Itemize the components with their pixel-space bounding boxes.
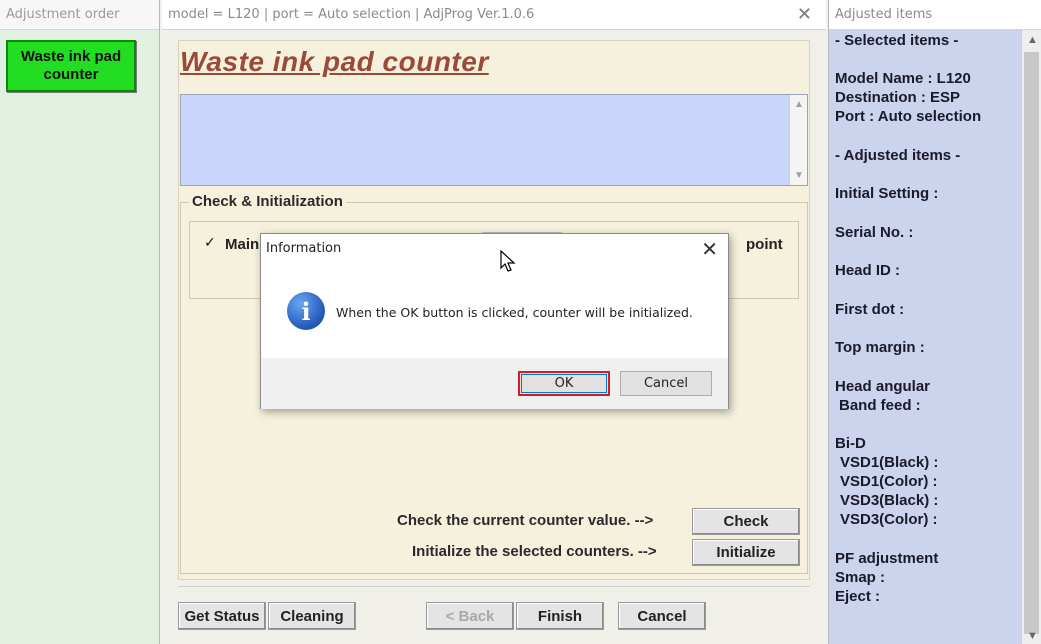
main-counter-checkbox[interactable]: ✓ [204, 235, 216, 249]
group-title: Check & Initialization [189, 193, 346, 210]
desktop: Adjustment order Waste ink pad counter m… [0, 0, 1041, 644]
scroll-up-icon[interactable]: ▲ [1027, 34, 1038, 46]
dialog-footer: OK Cancel [261, 358, 728, 409]
order-item-waste-ink-pad[interactable]: Waste ink pad counter [6, 40, 136, 92]
scroll-down-icon[interactable]: ▼ [794, 170, 804, 181]
textbox-scrollbar[interactable]: ▲ ▼ [789, 95, 807, 185]
dialog-message: When the OK button is clicked, counter w… [336, 305, 693, 320]
platen-pad-label: point [746, 236, 783, 253]
list-item: VSD3(Color) : [840, 511, 938, 528]
info-icon: i [287, 292, 325, 330]
main-window-title: model = L120 | port = Auto selection | A… [162, 0, 826, 30]
main-counter-label: Main [225, 236, 260, 253]
list-item: Smap : [835, 569, 886, 586]
ok-button[interactable]: OK [518, 371, 610, 396]
scroll-up-icon[interactable]: ▲ [794, 99, 804, 110]
get-status-button[interactable]: Get Status [178, 602, 266, 630]
cleaning-button[interactable]: Cleaning [268, 602, 356, 630]
initialize-button[interactable]: Initialize [692, 539, 800, 566]
list-item: Port : Auto selection [835, 108, 982, 125]
list-item: Model Name : L120 [835, 70, 971, 87]
scroll-thumb[interactable] [1024, 52, 1039, 634]
list-item: First dot : [835, 301, 905, 318]
page-title: Waste ink pad counter [180, 46, 489, 77]
list-item: Serial No. : [835, 224, 914, 241]
close-icon[interactable]: ✕ [701, 237, 718, 262]
list-item: - Adjusted items - [835, 147, 961, 164]
list-item: VSD3(Black) : [840, 492, 939, 509]
divider [178, 586, 810, 587]
list-item: Top margin : [835, 339, 925, 356]
scroll-down-icon[interactable]: ▼ [1027, 630, 1038, 642]
list-item: PF adjustment [835, 550, 939, 567]
list-item: Initial Setting : [835, 185, 939, 202]
check-button[interactable]: Check [692, 508, 800, 535]
list-item: Bi-D [835, 435, 866, 452]
check-instruction: Check the current counter value. --> [397, 512, 654, 529]
message-textbox[interactable]: ▲ ▼ [180, 94, 808, 186]
list-item: Eject : [835, 588, 881, 605]
close-icon[interactable]: ✕ [797, 4, 812, 25]
adjustment-order-window: Adjustment order Waste ink pad counter [0, 0, 160, 644]
dialog-title: Information [266, 241, 342, 256]
mouse-cursor-icon [500, 250, 516, 272]
adjustment-order-title: Adjustment order [0, 0, 159, 30]
adjusted-items-scrollbar[interactable]: ▲ ▼ [1021, 30, 1041, 644]
list-item: - Selected items - [835, 32, 959, 49]
list-item: Head ID : [835, 262, 901, 279]
list-item: VSD1(Color) : [840, 473, 938, 490]
adjusted-items-title: Adjusted items [829, 0, 1041, 30]
list-item: Destination : ESP [835, 89, 961, 106]
finish-button[interactable]: Finish [516, 602, 604, 630]
information-dialog: Information ✕ i When the OK button is cl… [260, 233, 729, 409]
list-item: Head angular [835, 378, 931, 395]
initialize-instruction: Initialize the selected counters. --> [412, 543, 657, 560]
dialog-cancel-button[interactable]: Cancel [620, 371, 712, 396]
list-item: VSD1(Black) : [840, 454, 939, 471]
adjusted-items-window: Adjusted items ▲ ▼ - Selected items - Mo… [828, 0, 1041, 644]
list-item: Band feed : [839, 397, 921, 414]
cancel-button[interactable]: Cancel [618, 602, 706, 630]
back-button[interactable]: < Back [426, 602, 514, 630]
